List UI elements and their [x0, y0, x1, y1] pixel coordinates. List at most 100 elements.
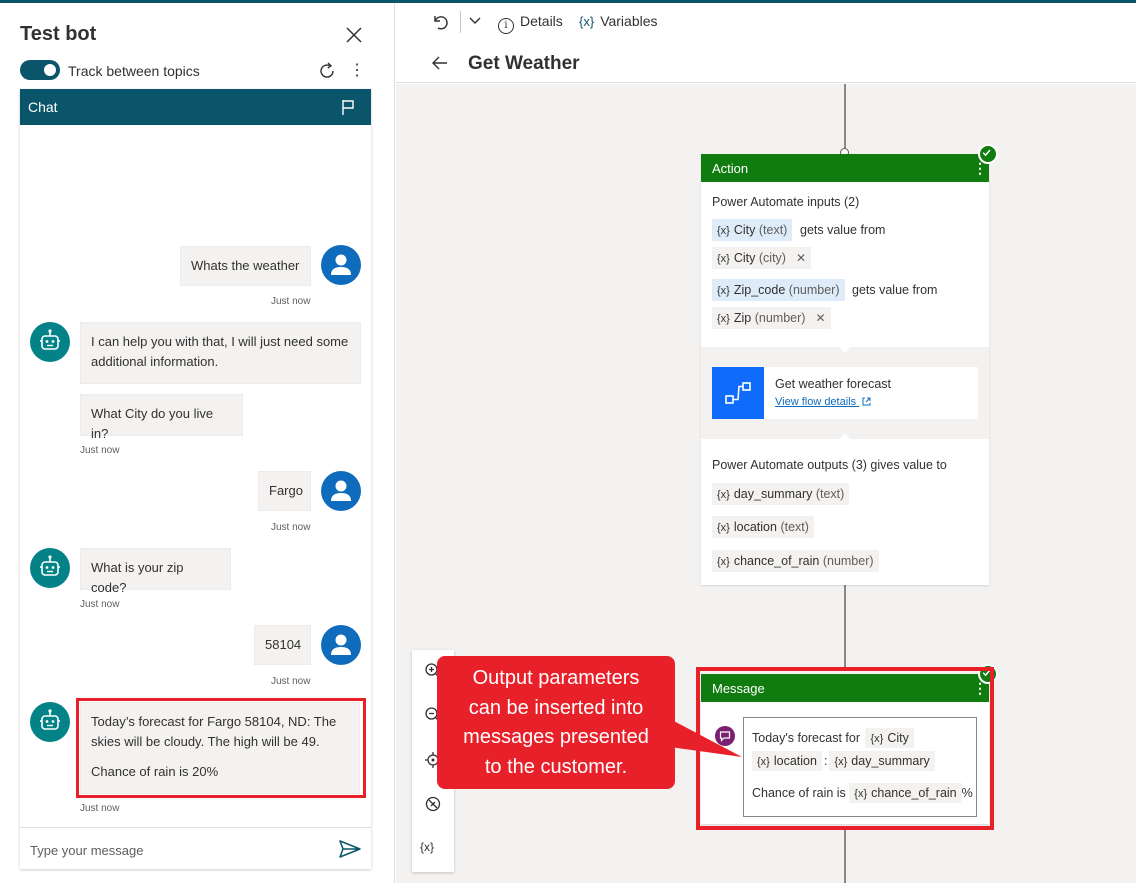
variable-icon: {x}: [717, 556, 730, 568]
details-button[interactable]: i Details: [498, 13, 563, 34]
message-text: What is your zip code?: [91, 560, 184, 595]
var-name: chance_of_rain: [733, 554, 820, 568]
variable-icon: {x}: [717, 285, 730, 297]
connector-line: [844, 829, 846, 883]
more-options-icon[interactable]: ⋮: [349, 61, 365, 81]
message-text: What City do you live in?: [91, 406, 214, 441]
highlight-box: [76, 698, 366, 798]
chat-title: Chat: [28, 99, 58, 115]
inputs-label: Power Automate inputs (2): [712, 195, 860, 209]
send-icon[interactable]: [338, 838, 362, 860]
message-timestamp: Just now: [80, 599, 120, 610]
power-automate-icon: [712, 367, 764, 419]
variable-icon: {x}: [717, 313, 730, 325]
remove-icon[interactable]: ✕: [815, 311, 825, 325]
variables-button[interactable]: {x} Variables: [579, 13, 658, 33]
var-name: Zip: [733, 311, 752, 325]
details-label: Details: [520, 13, 563, 29]
view-flow-details-link[interactable]: View flow details: [775, 396, 871, 408]
message-input-row: [20, 827, 371, 869]
topic-title-bar: Get Weather: [396, 43, 1136, 83]
user-avatar: [321, 245, 361, 285]
callout-pointer: [670, 719, 742, 757]
input-variable-chip: {x} City (text): [712, 219, 793, 241]
page-title: Get Weather: [468, 53, 580, 74]
bot-icon: [40, 709, 60, 730]
flow-section-notch: [839, 346, 851, 353]
variable-icon: {x}: [717, 522, 730, 534]
flow-section: Get weather forecast View flow details: [701, 346, 989, 440]
user-avatar: [321, 471, 361, 511]
checkmark-icon: [978, 144, 998, 164]
toolbar-divider: [460, 11, 461, 33]
callout-text: Output parameters can be inserted into m…: [463, 667, 649, 778]
variables-icon: {x}: [579, 14, 595, 29]
person-icon: [331, 480, 351, 501]
var-type: (number): [822, 554, 874, 568]
refresh-icon[interactable]: [316, 60, 338, 82]
chat-header: Chat: [20, 89, 371, 125]
minimap-icon[interactable]: [423, 794, 443, 814]
track-topics-toggle[interactable]: [20, 60, 60, 80]
var-type: (number): [788, 283, 840, 297]
action-node-title: Action: [712, 161, 749, 176]
flow-card[interactable]: Get weather forecast View flow details: [712, 367, 978, 419]
bot-message: I can help you with that, I will just ne…: [80, 322, 361, 384]
bot-avatar: [30, 548, 70, 588]
message-text: I can help you with that, I will just ne…: [91, 334, 349, 369]
gets-value-from-text: gets value from: [852, 283, 938, 297]
user-message: Fargo: [258, 471, 311, 511]
person-icon: [331, 254, 351, 275]
user-message: 58104: [254, 625, 311, 665]
chevron-down-icon[interactable]: [468, 13, 482, 29]
variables-panel-button[interactable]: {x}: [420, 840, 434, 854]
back-arrow-icon[interactable]: [430, 53, 450, 73]
annotation-callout: Output parameters can be inserted into m…: [437, 656, 675, 789]
external-link-icon: [862, 397, 871, 406]
bot-icon: [40, 329, 60, 350]
outputs-label: Power Automate outputs (3) gives value t…: [712, 458, 947, 472]
bot-message: What is your zip code?: [80, 548, 231, 595]
variables-label: Variables: [600, 13, 658, 29]
bot-avatar: [30, 322, 70, 362]
connector-line: [844, 84, 846, 154]
var-name: location: [733, 520, 777, 534]
action-node-header: Action ⋮: [701, 154, 989, 182]
source-variable-chip[interactable]: {x} City (city) ✕: [712, 247, 812, 269]
var-name: City: [733, 223, 756, 237]
output-variable-chip[interactable]: {x} location (text): [712, 516, 814, 538]
message-text: Whats the weather: [191, 258, 300, 273]
variable-icon: {x}: [717, 489, 730, 501]
var-type: (text): [780, 520, 809, 534]
var-name: day_summary: [733, 487, 813, 501]
input-variable-chip: {x} Zip_code (number): [712, 279, 845, 301]
bot-message: What City do you live in?: [80, 394, 243, 441]
test-bot-panel: Test bot Track between topics ⋮ Chat Wha…: [0, 3, 395, 883]
var-name: Zip_code: [733, 283, 786, 297]
output-variable-chip[interactable]: {x} chance_of_rain (number): [712, 550, 879, 572]
flow-name: Get weather forecast: [775, 377, 892, 391]
message-timestamp: Just now: [271, 676, 311, 687]
remove-icon[interactable]: ✕: [796, 251, 806, 265]
message-input[interactable]: [30, 840, 320, 860]
person-icon: [331, 634, 351, 655]
bot-avatar: [30, 702, 70, 742]
action-node[interactable]: Action ⋮ Power Automate inputs (2) {x} Ci…: [701, 154, 989, 585]
chat-window: Chat Whats the weather Just now I can he…: [20, 89, 371, 869]
output-variable-chip[interactable]: {x} day_summary (text): [712, 483, 850, 505]
flag-icon[interactable]: [338, 97, 358, 117]
undo-icon[interactable]: [430, 12, 450, 32]
close-icon[interactable]: [343, 24, 365, 46]
bot-icon: [40, 555, 60, 576]
connector-line: [844, 584, 846, 669]
var-name: City: [733, 251, 756, 265]
var-type: (text): [758, 223, 788, 237]
user-avatar: [321, 625, 361, 665]
gets-value-from-text: gets value from: [800, 223, 886, 237]
message-text: Fargo: [269, 483, 303, 498]
variable-icon: {x}: [717, 225, 730, 237]
source-variable-chip[interactable]: {x} Zip (number) ✕: [712, 307, 831, 329]
variable-icon: {x}: [717, 253, 730, 265]
track-topics-label: Track between topics: [68, 63, 200, 79]
top-toolbar: i Details {x} Variables: [396, 3, 1136, 43]
